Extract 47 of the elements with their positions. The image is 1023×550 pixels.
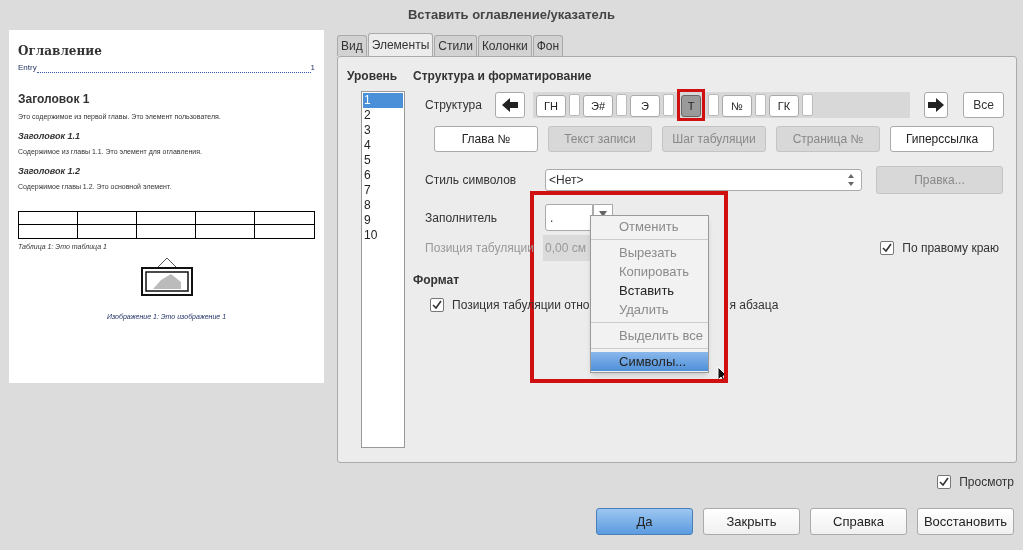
level-heading: Уровень <box>347 68 399 85</box>
tab[interactable]: Вид <box>337 35 367 56</box>
char-style-select[interactable]: <Нет> <box>545 169 862 191</box>
preview-title: Оглавление <box>18 43 103 60</box>
tab[interactable]: Стили <box>434 35 477 56</box>
structure-label: Структура <box>425 97 483 114</box>
align-right-label: По правому краю <box>902 240 999 257</box>
button[interactable]: Да <box>596 508 693 535</box>
fill-combo[interactable]: . <box>545 204 593 231</box>
preview-heading: Заголовок 1 <box>18 91 91 108</box>
all-button[interactable]: Все <box>963 92 1004 118</box>
button[interactable]: Закрыть <box>703 508 800 535</box>
level-item[interactable]: 2 <box>363 108 403 123</box>
structure-token[interactable]: ГК <box>769 95 799 118</box>
level-item[interactable]: 9 <box>363 213 403 228</box>
level-item[interactable]: 3 <box>363 123 403 138</box>
structure-token[interactable]: Э# <box>583 95 613 118</box>
section-heading: Структура и форматирование <box>413 68 593 85</box>
menu-item[interactable]: Символы... <box>591 352 708 371</box>
toc-page-number: 1 <box>310 62 315 74</box>
level-item[interactable]: 7 <box>363 183 403 198</box>
insert-button[interactable]: Глава № <box>434 126 538 152</box>
insert-button[interactable]: Гиперссылка <box>890 126 994 152</box>
window-title: Вставить оглавление/указатель <box>408 6 615 25</box>
fill-label: Заполнитель <box>425 209 499 227</box>
structure-token[interactable]: ГН <box>536 95 566 118</box>
char-style-label: Стиль символов <box>425 172 518 189</box>
checkbox-label: я абзаца <box>729 297 779 314</box>
preview-heading: Заголовок 1.2 <box>18 164 82 178</box>
level-item[interactable]: 10 <box>363 228 403 243</box>
tab[interactable]: Колонки <box>477 35 532 56</box>
structure-token[interactable]: Э <box>630 95 660 118</box>
menu-item[interactable]: Вставить <box>591 281 708 300</box>
format-heading: Формат <box>413 272 459 289</box>
button[interactable]: Восстановить <box>917 508 1014 535</box>
structure-token[interactable]: № <box>722 95 752 118</box>
toc-entry: Entry <box>18 62 37 74</box>
preview-heading: Заголовок 1.1 <box>18 129 82 143</box>
level-item[interactable]: 4 <box>363 138 403 153</box>
level-item[interactable]: 5 <box>363 153 403 168</box>
level-item[interactable]: 8 <box>363 198 403 213</box>
tab[interactable]: Фон <box>532 35 564 56</box>
preview-label: Просмотр <box>959 474 1014 491</box>
button[interactable]: Справка <box>810 508 907 535</box>
structure-token[interactable]: Т <box>681 95 701 118</box>
level-item[interactable]: 6 <box>363 168 403 183</box>
tab[interactable]: Элементы <box>367 33 434 56</box>
